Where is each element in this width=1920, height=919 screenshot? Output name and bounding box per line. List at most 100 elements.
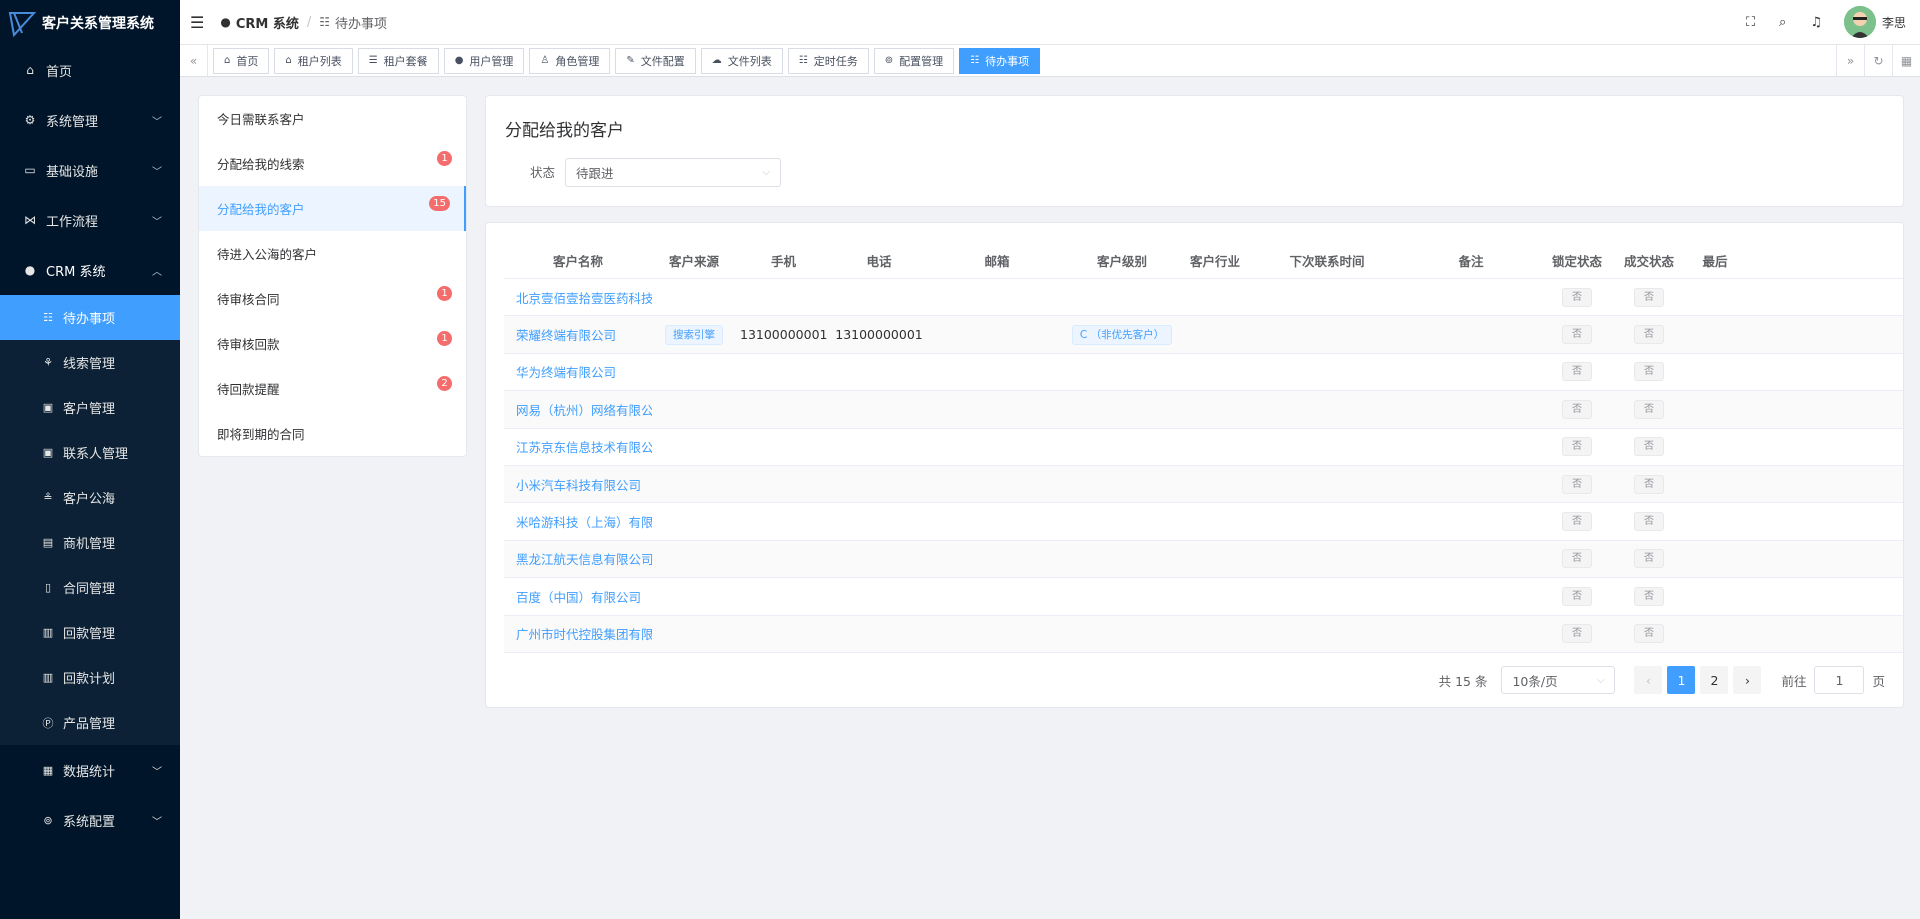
tab-label: 角色管理 [555, 54, 600, 68]
cell-lock: 否 [1541, 399, 1613, 419]
customer-name-link[interactable]: 小米汽车科技有限公司 [516, 478, 641, 493]
sidebar-sub-item-5[interactable]: ▤ 商机管理 [0, 520, 180, 565]
sidebar-item-4[interactable]: ● CRM 系统 ︿ [0, 245, 180, 295]
page-size-select[interactable]: 10条/页 ⌵ [1501, 666, 1616, 694]
sidebar-sub-item-label: 回款管理 [63, 627, 116, 642]
cell-name[interactable]: 荣耀终端有限公司 [504, 325, 652, 344]
status-select-value: 待跟进 [576, 166, 614, 181]
sidebar-item-1[interactable]: ⚙ 系统管理 ﹀ [0, 95, 180, 145]
sidebar-sub-item-9[interactable]: Ⓟ 产品管理 [0, 700, 180, 745]
sidebar-item-0[interactable]: ⌂ 首页 [0, 45, 180, 95]
cell-name[interactable]: 小米汽车科技有限公司 [504, 475, 652, 494]
grid-menu-icon[interactable]: ▦ [1892, 44, 1920, 77]
lock-status-tag: 否 [1562, 362, 1592, 382]
sidebar-sub-item-4[interactable]: ≗ 客户公海 [0, 475, 180, 520]
todo-menu-item-0[interactable]: 今日需联系客户 [199, 96, 466, 141]
customer-name-link[interactable]: 华为终端有限公司 [516, 365, 616, 380]
refresh-icon[interactable]: ↻ [1864, 44, 1892, 77]
todo-menu-item-1[interactable]: 分配给我的线索 1 [199, 141, 466, 186]
sidebar-sub-item-2[interactable]: ▣ 客户管理 [0, 385, 180, 430]
goto-page-input[interactable]: 1 [1814, 666, 1865, 694]
todo-menu-item-5[interactable]: 待审核回款 1 [199, 321, 466, 366]
sidebar-item-3[interactable]: ⋈ 工作流程 ﹀ [0, 195, 180, 245]
cell-name[interactable]: 黑龙江航天信息有限公司 [504, 549, 652, 568]
customer-name-link[interactable]: 广州市时代控股集团有限公司 [516, 627, 652, 642]
prev-page-button[interactable]: ‹ [1634, 666, 1663, 694]
column-header: 客户名称 [552, 254, 603, 269]
sidebar-sub-item-10[interactable]: ▦ 数据统计 ﹀ [0, 745, 180, 795]
tab-0[interactable]: ⌂ 首页 [213, 47, 270, 74]
todo-menu-item-4[interactable]: 待审核合同 1 [199, 276, 466, 321]
contact-icon: ▣ [42, 446, 54, 459]
customer-name-link[interactable]: 米哈游科技（上海）有限公司 [516, 515, 652, 530]
todo-menu-item-6[interactable]: 待回款提醒 2 [199, 366, 466, 411]
todo-menu-label: 待进入公海的客户 [217, 247, 318, 262]
fullscreen-icon[interactable]: ⛶ [1746, 15, 1755, 30]
tab-8[interactable]: ⊚ 配置管理 [873, 47, 955, 74]
tab-2[interactable]: ☰ 租户套餐 [357, 47, 439, 74]
goto-label: 前往 [1781, 673, 1807, 689]
count-badge: 1 [437, 286, 452, 301]
stats-icon: ▦ [42, 763, 54, 777]
sidebar-sub-item-6[interactable]: ▯ 合同管理 [0, 565, 180, 610]
chevron-down-icon: ﹀ [152, 216, 162, 228]
tab-4[interactable]: ♙ 角色管理 [529, 47, 611, 74]
cell-name[interactable]: 百度（中国）有限公司 [504, 587, 652, 606]
customer-name-link[interactable]: 北京壹佰壹拾壹医药科技 [516, 291, 652, 306]
deal-status-tag: 否 [1634, 624, 1664, 644]
source-tag: 搜索引擎 [665, 324, 723, 345]
scroll-right-icon[interactable]: » [1836, 44, 1864, 77]
customer-name-link[interactable]: 百度（中国）有限公司 [516, 590, 641, 605]
hamburger-icon[interactable]: ☰ [190, 13, 204, 32]
cell-name[interactable]: 广州市时代控股集团有限公司 [504, 624, 652, 643]
deal-status-tag: 否 [1634, 474, 1664, 494]
sidebar-sub-item-11[interactable]: ⊚ 系统配置 ﹀ [0, 795, 180, 845]
column-header: 客户级别 [1096, 254, 1147, 269]
tab-1[interactable]: ⌂ 租户列表 [274, 47, 353, 74]
todo-menu-item-3[interactable]: 待进入公海的客户 [199, 231, 466, 276]
cell-name[interactable]: 北京壹佰壹拾壹医药科技 [504, 288, 652, 307]
page-2-button[interactable]: 2 [1700, 666, 1729, 694]
customer-name-link[interactable]: 荣耀终端有限公司 [516, 328, 616, 343]
user-icon: ● [220, 15, 231, 29]
cell-name[interactable]: 网易（杭州）网络有限公司 [504, 400, 652, 419]
cell-name[interactable]: 米哈游科技（上海）有限公司 [504, 512, 652, 531]
sidebar-sub-item-8[interactable]: ▥ 回款计划 [0, 655, 180, 700]
gear-icon: ⚙ [24, 113, 36, 127]
cell-name[interactable]: 江苏京东信息技术有限公司 [504, 437, 652, 456]
column-header: 锁定状态 [1551, 254, 1602, 269]
page-1-button[interactable]: 1 [1667, 666, 1696, 694]
sidebar-sub-item-1[interactable]: ⚘ 线索管理 [0, 340, 180, 385]
tab-5[interactable]: ✎ 文件配置 [615, 47, 696, 74]
status-select[interactable]: 待跟进 ⌵ [565, 158, 781, 187]
lock-status-tag: 否 [1562, 624, 1592, 644]
customer-name-link[interactable]: 黑龙江航天信息有限公司 [516, 552, 652, 567]
count-badge: 1 [437, 331, 452, 346]
todo-menu-label: 今日需联系客户 [217, 112, 305, 127]
sidebar-sub-item-7[interactable]: ▥ 回款管理 [0, 610, 180, 655]
search-icon[interactable]: ⌕ [1779, 15, 1786, 30]
tab-7[interactable]: ☷ 定时任务 [787, 47, 869, 74]
sidebar-sub-item-label: 联系人管理 [63, 447, 129, 462]
todo-menu-label: 即将到期的合同 [217, 427, 305, 442]
customer-icon: ▣ [42, 401, 54, 414]
sidebar-sub-item-0[interactable]: ☷ 待办事项 [0, 295, 180, 340]
todo-menu-item-2[interactable]: 分配给我的客户 15 [199, 186, 466, 231]
customer-name-link[interactable]: 网易（杭州）网络有限公司 [516, 403, 652, 418]
avatar[interactable] [1843, 6, 1876, 38]
home-icon: ⌂ [224, 55, 231, 66]
sidebar-sub-item-label: 商机管理 [63, 537, 116, 552]
next-page-button[interactable]: › [1733, 666, 1762, 694]
bell-icon[interactable]: ♫ [1810, 15, 1822, 30]
customer-name-link[interactable]: 江苏京东信息技术有限公司 [516, 440, 652, 455]
user-name[interactable]: 李思 [1882, 14, 1906, 31]
tab-6[interactable]: ☁ 文件列表 [700, 47, 783, 74]
breadcrumb-crm[interactable]: ● CRM 系统 [220, 13, 299, 32]
tab-3[interactable]: ● 用户管理 [443, 47, 525, 74]
tab-9[interactable]: ☷ 待办事项 [959, 47, 1041, 74]
todo-menu-item-7[interactable]: 即将到期的合同 [199, 411, 466, 456]
sidebar-sub-item-3[interactable]: ▣ 联系人管理 [0, 430, 180, 475]
cell-name[interactable]: 华为终端有限公司 [504, 362, 652, 381]
sidebar-item-2[interactable]: ▭ 基础设施 ﹀ [0, 145, 180, 195]
scroll-left-icon[interactable]: « [180, 44, 208, 77]
